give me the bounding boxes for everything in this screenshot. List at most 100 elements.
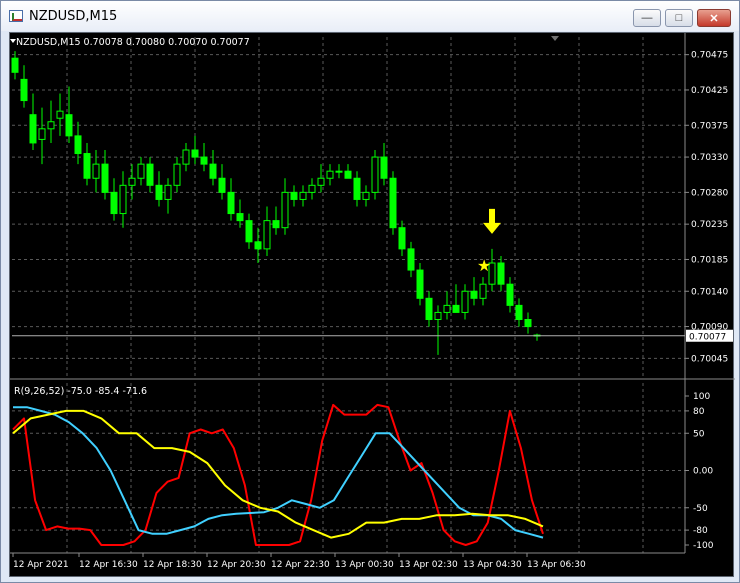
candle-body <box>56 110 64 119</box>
window-titlebar[interactable]: NZDUSD,M15 — □ ✕ <box>1 1 739 31</box>
candle-body <box>209 163 217 179</box>
candle-body <box>506 283 514 306</box>
candle-body <box>218 177 226 193</box>
candle-body <box>407 248 415 271</box>
candle-body <box>326 170 334 179</box>
price-tick-label: 0.70330 <box>691 153 728 163</box>
candle-body <box>263 220 271 250</box>
candle-body <box>353 177 361 200</box>
candle-body <box>155 184 163 200</box>
time-tick-label: 12 Apr 18:30 <box>143 560 202 570</box>
candle-body <box>92 163 100 179</box>
price-tick-label: 0.70090 <box>691 323 728 333</box>
candle-body <box>182 149 190 165</box>
price-tick-label: 0.70475 <box>691 51 728 61</box>
candle-body <box>371 156 379 193</box>
indicator-panel-header: R(9,26,52) -75.0 -85.4 -71.6 <box>14 386 147 397</box>
chart-area[interactable]: ★ 0.70475 0.70425 0.70375 0.70330 0.70280 0.7… <box>9 32 735 578</box>
maximize-icon: □ <box>675 12 683 24</box>
candle-body <box>200 156 208 165</box>
candle-body <box>38 128 46 140</box>
candle-body <box>389 177 397 229</box>
price-tick-label: 0.70235 <box>691 220 728 230</box>
candle-body <box>101 163 109 193</box>
window-title: NZDUSD,M15 <box>29 9 118 24</box>
signal-markers: ★ <box>477 208 501 275</box>
time-tick-label: 13 Apr 06:30 <box>527 560 586 570</box>
time-tick-label: 12 Apr 16:30 <box>79 560 138 570</box>
candle-body <box>173 163 181 186</box>
indicator-tick-label: 0.00 <box>693 467 713 477</box>
candle-body <box>497 262 505 285</box>
indicator-tick-label: -80 <box>693 526 708 536</box>
candle-body <box>137 163 145 179</box>
candle-body <box>398 227 406 250</box>
shift-marker-icon <box>551 36 559 41</box>
candle-body <box>416 269 424 299</box>
candle-body <box>335 170 343 173</box>
price-tick-label: 0.70375 <box>691 121 728 131</box>
indicator-tick-label: 50 <box>693 429 705 439</box>
candle-body <box>344 170 352 179</box>
minimize-icon: — <box>641 12 653 24</box>
candle-body <box>272 220 280 229</box>
indicator-lines <box>12 403 544 546</box>
maximize-button[interactable]: □ <box>665 9 693 27</box>
candle-body <box>110 191 118 215</box>
candle-body <box>146 163 154 186</box>
indicator-tick-label: -100 <box>693 541 714 551</box>
axes <box>10 33 735 557</box>
time-tick-label: 12 Apr 20:30 <box>207 560 266 570</box>
candle-body <box>191 149 199 158</box>
candle-body <box>236 213 244 222</box>
indicator-tick-label: 80 <box>693 407 705 417</box>
candle-body <box>11 57 19 73</box>
current-price-label: 0.70077 <box>689 333 726 343</box>
candle-body <box>281 191 289 229</box>
terminal-window: NZDUSD,M15 — □ ✕ ★ 0.70475 0.70425 0.70375… <box>0 0 740 583</box>
candle-body <box>254 241 262 250</box>
chart-app-icon <box>9 10 23 22</box>
candle-body <box>308 184 316 193</box>
candle-body <box>443 304 451 313</box>
arrow-down-icon <box>483 208 501 234</box>
time-tick-label: 12 Apr 2021 <box>13 560 69 570</box>
candle-body <box>245 220 253 243</box>
price-tick-label: 0.70280 <box>691 188 728 198</box>
candle-body <box>461 290 469 313</box>
indicator-tick-label: 100 <box>693 392 710 402</box>
price-panel-header: NZDUSD,M15 0.70078 0.70080 0.70070 0.700… <box>16 37 250 48</box>
candle-body <box>515 304 523 320</box>
candle-body <box>470 290 478 299</box>
candle-body <box>227 191 235 215</box>
candle-body <box>119 184 127 215</box>
candle-body <box>380 156 388 179</box>
candle-body <box>425 297 433 320</box>
candle-body <box>479 283 487 299</box>
close-button[interactable]: ✕ <box>697 9 731 27</box>
indicator-series-line <box>12 409 544 539</box>
candle-body <box>434 311 442 320</box>
candle-body <box>29 114 37 144</box>
candle-body <box>317 177 325 186</box>
time-tick-label: 13 Apr 02:30 <box>399 560 458 570</box>
minimize-button[interactable]: — <box>633 9 661 27</box>
candle-body <box>128 177 136 186</box>
price-tick-label: 0.70140 <box>691 287 728 297</box>
chart-canvas[interactable]: ★ 0.70475 0.70425 0.70375 0.70330 0.70280 0.7… <box>10 33 735 578</box>
candle-body <box>164 184 172 200</box>
price-tick-label: 0.70425 <box>691 86 728 96</box>
candle-body <box>362 191 370 200</box>
candle-body <box>65 114 73 137</box>
candle-body <box>47 121 55 130</box>
star-icon: ★ <box>477 256 491 275</box>
indicator-series-line <box>13 406 544 539</box>
arrow-shape <box>483 208 501 234</box>
indicator-series-line <box>12 403 544 546</box>
indicator-tick-label: -50 <box>693 504 708 514</box>
candle-body <box>20 78 28 102</box>
time-tick-label: 12 Apr 22:30 <box>271 560 330 570</box>
price-tick-label: 0.70045 <box>691 354 728 364</box>
price-tick-label: 0.70185 <box>691 255 728 265</box>
time-tick-label: 13 Apr 00:30 <box>335 560 394 570</box>
